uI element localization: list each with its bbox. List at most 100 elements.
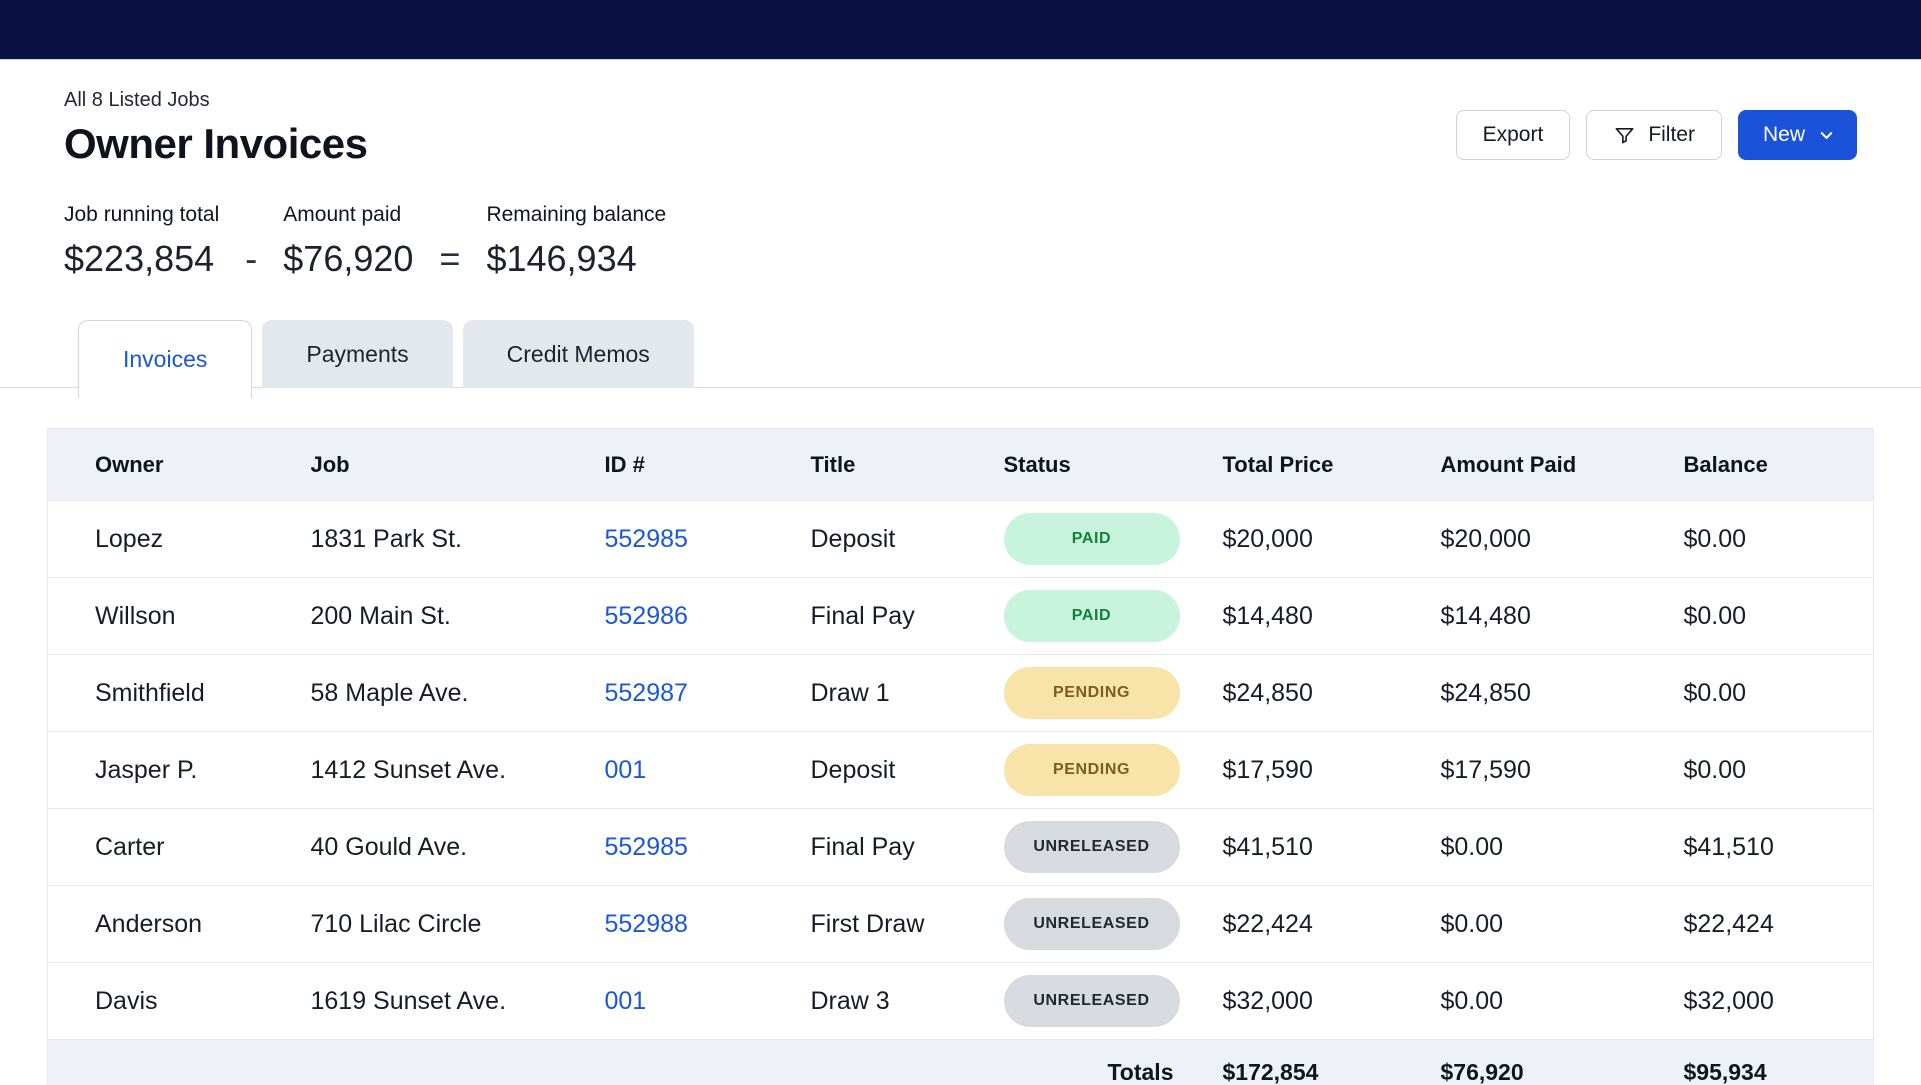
summary-value: $76,920 [283, 238, 413, 280]
id-cell: 001 [558, 963, 764, 1040]
balance-cell: $0.00 [1637, 655, 1874, 732]
amount-paid-cell: $24,850 [1394, 655, 1637, 732]
status-cell: PENDING [957, 732, 1176, 809]
balance-cell: $0.00 [1637, 578, 1874, 655]
column-header-owner: Owner [48, 429, 264, 501]
tab-invoices[interactable]: Invoices [78, 320, 252, 398]
tab-payments[interactable]: Payments [262, 320, 452, 388]
table-body: Lopez1831 Park St.552985DepositPAID$20,0… [48, 501, 1874, 1040]
table-totals-row: Totals$172,854$76,920$95,934 [48, 1040, 1874, 1085]
title-cell: First Draw [764, 886, 957, 963]
equals-operator: = [439, 238, 460, 280]
id-cell: 552987 [558, 655, 764, 732]
new-button[interactable]: New [1738, 110, 1857, 160]
status-badge: PENDING [1004, 667, 1180, 719]
header-actions: Export Filter New [1456, 110, 1857, 160]
invoice-id-link[interactable]: 001 [605, 987, 647, 1015]
owner-cell: Willson [48, 578, 264, 655]
id-cell: 552985 [558, 501, 764, 578]
new-button-label: New [1763, 123, 1805, 147]
status-cell: UNRELEASED [957, 809, 1176, 886]
spacer [48, 1040, 264, 1085]
export-button[interactable]: Export [1456, 110, 1571, 160]
table-row: Anderson710 Lilac Circle552988First Draw… [48, 886, 1874, 963]
invoice-id-link[interactable]: 552987 [605, 679, 688, 707]
page-header: All 8 Listed Jobs Owner Invoices Export … [0, 60, 1921, 280]
job-cell: 1619 Sunset Ave. [264, 963, 558, 1040]
owner-cell: Lopez [48, 501, 264, 578]
spacer [558, 1040, 764, 1085]
status-badge: UNRELEASED [1004, 975, 1180, 1027]
amount-paid-cell: $0.00 [1394, 886, 1637, 963]
summary-value: $223,854 [64, 238, 219, 280]
amount-paid-cell: $20,000 [1394, 501, 1637, 578]
title-cell: Final Pay [764, 809, 957, 886]
balance-cell: $41,510 [1637, 809, 1874, 886]
id-cell: 552985 [558, 809, 764, 886]
summary-label: Remaining balance [486, 202, 666, 228]
balance-cell: $32,000 [1637, 963, 1874, 1040]
column-header-balance: Balance [1637, 429, 1874, 501]
status-cell: PAID [957, 501, 1176, 578]
totals-total-price: $172,854 [1176, 1040, 1394, 1085]
summary-job-running-total: Job running total $223,854 [64, 202, 219, 280]
invoice-id-link[interactable]: 001 [605, 756, 647, 784]
summary-remaining-balance: Remaining balance $146,934 [486, 202, 666, 280]
title-cell: Draw 3 [764, 963, 957, 1040]
table-header-row: OwnerJobID #TitleStatusTotal PriceAmount… [48, 429, 1874, 501]
invoices-table: OwnerJobID #TitleStatusTotal PriceAmount… [47, 428, 1874, 1085]
job-cell: 1412 Sunset Ave. [264, 732, 558, 809]
summary-label: Job running total [64, 202, 219, 228]
amount-paid-cell: $0.00 [1394, 809, 1637, 886]
table-row: Lopez1831 Park St.552985DepositPAID$20,0… [48, 501, 1874, 578]
top-nav-bar [0, 0, 1921, 60]
filter-funnel-icon [1613, 124, 1636, 147]
column-header-title: Title [764, 429, 957, 501]
title-cell: Final Pay [764, 578, 957, 655]
spacer [264, 1040, 558, 1085]
column-header-id: ID # [558, 429, 764, 501]
invoices-panel: OwnerJobID #TitleStatusTotal PriceAmount… [0, 398, 1921, 1085]
table-row: Willson200 Main St.552986Final PayPAID$1… [48, 578, 1874, 655]
title-cell: Deposit [764, 732, 957, 809]
status-badge: UNRELEASED [1004, 821, 1180, 873]
totals-balance: $95,934 [1637, 1040, 1874, 1085]
column-header-total-price: Total Price [1176, 429, 1394, 501]
table-row: Jasper P.1412 Sunset Ave.001DepositPENDI… [48, 732, 1874, 809]
owner-cell: Carter [48, 809, 264, 886]
id-cell: 001 [558, 732, 764, 809]
job-cell: 40 Gould Ave. [264, 809, 558, 886]
status-badge: UNRELEASED [1004, 898, 1180, 950]
status-cell: PENDING [957, 655, 1176, 732]
summary-amount-paid: Amount paid $76,920 [283, 202, 413, 280]
invoice-id-link[interactable]: 552985 [605, 525, 688, 553]
total-price-cell: $32,000 [1176, 963, 1394, 1040]
total-price-cell: $20,000 [1176, 501, 1394, 578]
title-cell: Draw 1 [764, 655, 957, 732]
amount-paid-cell: $14,480 [1394, 578, 1637, 655]
totals-label: Totals [957, 1040, 1176, 1085]
filter-button[interactable]: Filter [1586, 110, 1722, 160]
balance-cell: $0.00 [1637, 732, 1874, 809]
amount-paid-cell: $0.00 [1394, 963, 1637, 1040]
tabs-section: InvoicesPaymentsCredit Memos [0, 320, 1921, 398]
total-price-cell: $22,424 [1176, 886, 1394, 963]
invoice-id-link[interactable]: 552986 [605, 602, 688, 630]
total-price-cell: $24,850 [1176, 655, 1394, 732]
title-cell: Deposit [764, 501, 957, 578]
invoice-id-link[interactable]: 552985 [605, 833, 688, 861]
total-price-cell: $14,480 [1176, 578, 1394, 655]
invoice-id-link[interactable]: 552988 [605, 910, 688, 938]
owner-cell: Smithfield [48, 655, 264, 732]
id-cell: 552986 [558, 578, 764, 655]
totals-amount-paid: $76,920 [1394, 1040, 1637, 1085]
status-cell: UNRELEASED [957, 963, 1176, 1040]
column-header-job: Job [264, 429, 558, 501]
filter-button-label: Filter [1648, 123, 1695, 147]
column-header-amount-paid: Amount Paid [1394, 429, 1637, 501]
tab-bar: InvoicesPaymentsCredit Memos [0, 320, 1921, 398]
table-row: Davis1619 Sunset Ave.001Draw 3UNRELEASED… [48, 963, 1874, 1040]
tab-credit-memos[interactable]: Credit Memos [463, 320, 694, 388]
column-header-status: Status [957, 429, 1176, 501]
summary-totals: Job running total $223,854 - Amount paid… [64, 202, 1857, 280]
